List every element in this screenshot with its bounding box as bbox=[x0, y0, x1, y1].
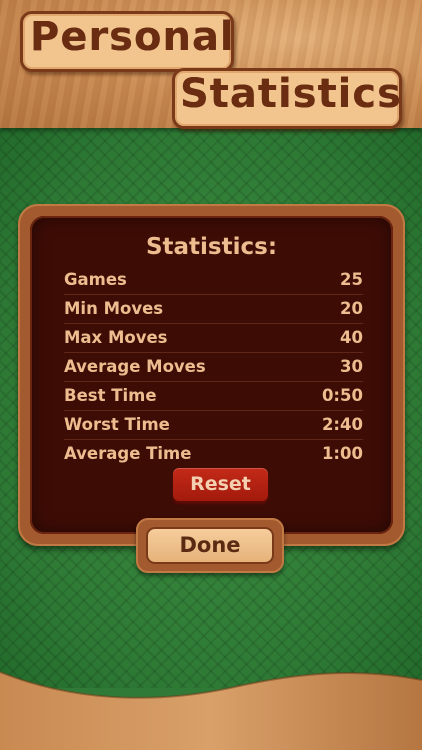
stat-value: 40 bbox=[340, 328, 363, 347]
stat-row-average-time: Average Time 1:00 bbox=[64, 440, 363, 468]
stat-label: Best Time bbox=[64, 386, 157, 405]
stat-row-games: Games 25 bbox=[64, 266, 363, 295]
stat-value: 2:40 bbox=[321, 415, 363, 434]
stat-value: 20 bbox=[340, 299, 363, 318]
stat-value: 25 bbox=[340, 270, 363, 289]
statistics-panel-inner: Statistics: Games 25 Min Moves 20 Max Mo… bbox=[30, 216, 393, 534]
header-wood: Personal Statistics bbox=[0, 0, 422, 129]
page-title-line1: Personal bbox=[30, 14, 235, 60]
page-title-line2: Statistics bbox=[180, 71, 402, 117]
done-button-frame: Done bbox=[136, 518, 284, 573]
stat-label: Games bbox=[64, 270, 127, 289]
statistics-list: Games 25 Min Moves 20 Max Moves 40 Avera… bbox=[64, 266, 363, 468]
stat-row-max-moves: Max Moves 40 bbox=[64, 324, 363, 353]
stat-value: 30 bbox=[340, 357, 363, 376]
stat-label: Worst Time bbox=[64, 415, 170, 434]
stat-label: Min Moves bbox=[64, 299, 164, 318]
stat-value: 0:50 bbox=[321, 386, 363, 405]
stat-label: Max Moves bbox=[64, 328, 168, 347]
stat-row-best-time: Best Time 0:50 bbox=[64, 382, 363, 411]
done-button[interactable]: Done bbox=[146, 527, 274, 564]
bottom-wood-wave bbox=[0, 671, 422, 750]
statistics-panel: Statistics: Games 25 Min Moves 20 Max Mo… bbox=[18, 204, 405, 546]
stat-value: 1:00 bbox=[321, 444, 363, 463]
stat-label: Average Moves bbox=[64, 357, 206, 376]
stat-label: Average Time bbox=[64, 444, 192, 463]
statistics-title: Statistics: bbox=[145, 234, 278, 260]
reset-button[interactable]: Reset bbox=[173, 468, 268, 501]
stat-row-average-moves: Average Moves 30 bbox=[64, 353, 363, 382]
stat-row-min-moves: Min Moves 20 bbox=[64, 295, 363, 324]
stat-row-worst-time: Worst Time 2:40 bbox=[64, 411, 363, 440]
